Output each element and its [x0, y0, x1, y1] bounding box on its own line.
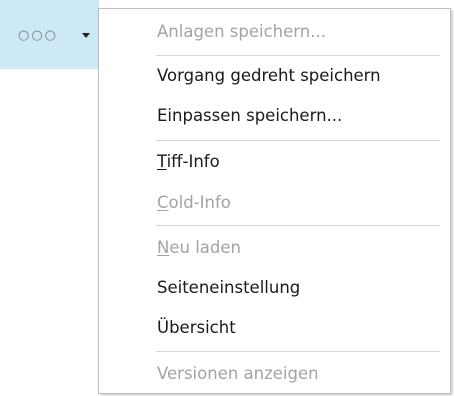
menu-item-label: old-Info [168, 193, 231, 212]
menu-item-uebersicht[interactable]: Übersicht [99, 308, 450, 348]
menu-item-mnemonic: C [157, 193, 169, 212]
menu-item-label: Einpassen speichern... [157, 106, 343, 125]
menu-item-label: Anlagen speichern... [157, 22, 326, 41]
menu-item-label: Seiteneinstellung [157, 278, 301, 297]
menu-item-tiff-info[interactable]: Tiff-Info [99, 142, 450, 182]
menu-item-mnemonic: N [157, 238, 170, 257]
menu-item-versionen-anzeigen: Versionen anzeigen [99, 354, 450, 394]
menu-separator [156, 225, 440, 226]
menu-item-anlagen-speichern: Anlagen speichern... [99, 12, 450, 52]
menu-item-mnemonic: T [157, 152, 167, 171]
more-options-button[interactable]: ○○○ [0, 0, 99, 69]
menu-item-label: Übersicht [157, 318, 236, 337]
menu-item-label: Vorgang gedreht speichern [157, 66, 381, 85]
screen: ○○○ Anlagen speichern... Vorgang gedreht… [0, 0, 454, 396]
menu-item-label: iff-Info [166, 152, 220, 171]
menu-item-einpassen-speichern[interactable]: Einpassen speichern... [99, 96, 450, 136]
menu-item-neu-laden: Neu laden [99, 228, 450, 268]
menu-item-seiteneinstellung[interactable]: Seiteneinstellung [99, 268, 450, 308]
more-dots-icon: ○○○ [18, 28, 59, 43]
menu-item-label: Versionen anzeigen [157, 364, 319, 383]
menu-separator [156, 351, 440, 352]
context-menu: Anlagen speichern... Vorgang gedreht spe… [98, 8, 451, 394]
menu-separator [156, 140, 440, 141]
caret-down-icon[interactable] [82, 33, 90, 38]
menu-item-label: eu laden [169, 238, 241, 257]
menu-item-vorgang-gedreht-speichern[interactable]: Vorgang gedreht speichern [99, 56, 450, 96]
menu-item-cold-info: Cold-Info [99, 183, 450, 223]
